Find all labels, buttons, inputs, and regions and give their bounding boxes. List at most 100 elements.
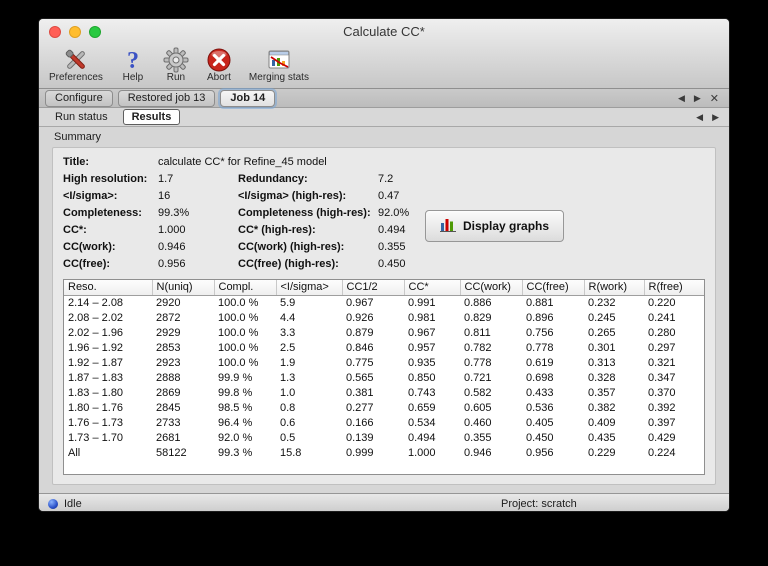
table-cell: 0.582: [464, 386, 492, 399]
toolbar-button-merging-stats[interactable]: Merging stats: [249, 46, 309, 83]
column-header-cc1-2[interactable]: CC1/2: [342, 280, 405, 296]
table-cell: 1.87 – 1.83: [68, 371, 124, 384]
table-cell: 0.946: [464, 446, 492, 459]
display-graphs-button[interactable]: Display graphs: [425, 210, 565, 242]
table-cell: 0.297: [648, 341, 676, 354]
tab-close-icon[interactable]: ✕: [710, 92, 719, 105]
table-row[interactable]: 1.96 – 1.92 2853 100.0 % 2.5 0.846 0.957 0.782…: [64, 340, 704, 355]
toolbar-label-preferences: Preferences: [49, 72, 103, 83]
table-cell: 0.382: [588, 401, 616, 414]
summary-title-value: calculate CC* for Refine_45 model: [158, 156, 327, 168]
table-cell: 2.02 – 1.96: [68, 326, 124, 339]
table-cell: 0.328: [588, 371, 616, 384]
table-cell: 0.357: [588, 386, 616, 399]
summary-value: 0.956: [158, 258, 186, 270]
subtab-results[interactable]: Results: [122, 109, 181, 125]
table-cell: 58122: [156, 446, 187, 459]
subtab-scroll-right-icon[interactable]: ▶: [712, 112, 719, 123]
table-cell: 2923: [156, 356, 181, 369]
subtab-run-status[interactable]: Run status: [47, 110, 116, 124]
toolbar-label-run: Run: [166, 72, 186, 83]
table-row[interactable]: 1.83 – 1.80 2869 99.8 % 1.0 0.381 0.743 0.582 0…: [64, 385, 704, 400]
status-text: Idle: [64, 497, 82, 510]
table-cell: 2853: [156, 341, 181, 354]
table-cell: 0.850: [408, 371, 436, 384]
table-cell: 0.957: [408, 341, 436, 354]
tab-job-14[interactable]: Job 14: [220, 89, 276, 107]
minimize-window-button[interactable]: [69, 26, 81, 38]
table-cell: 5.9: [280, 296, 296, 309]
subtab-scroll-left-icon[interactable]: ◀: [696, 112, 703, 123]
tab-restored-job-13[interactable]: Restored job 13: [117, 89, 216, 107]
summary-label: CC(work) (high-res):: [238, 241, 345, 253]
column-header-n-uniq[interactable]: N(uniq): [152, 280, 215, 296]
table-cell: 0.494: [408, 431, 436, 444]
statistics-table: Reso. N(uniq) Compl. <I/sigma> CC1/2 CC* CC(wo…: [64, 280, 704, 460]
table-cell: 99.3 %: [218, 446, 253, 459]
summary-label: Completeness (high-res):: [238, 207, 371, 219]
table-row[interactable]: 1.80 – 1.76 2845 98.5 % 0.8 0.277 0.659 0.605 0…: [64, 400, 704, 415]
table-cell: 0.405: [526, 416, 554, 429]
result-subtabbar: Run status Results ◀ ▶: [39, 108, 729, 127]
column-header-i-sigma[interactable]: <I/sigma>: [276, 280, 343, 296]
table-cell: 0.381: [346, 386, 374, 399]
table-cell: 0.265: [588, 326, 616, 339]
table-cell: 92.0 %: [218, 431, 253, 444]
zoom-window-button[interactable]: [89, 26, 101, 38]
toolbar-label-abort: Abort: [206, 72, 231, 83]
summary-label: CC* (high-res):: [238, 224, 316, 236]
toolbar-button-preferences[interactable]: Preferences: [49, 46, 103, 83]
app-window: Calculate CC* Preferences ? Help Run Abort Me…: [38, 18, 730, 512]
table-cell: 1.76 – 1.73: [68, 416, 124, 429]
table-cell: 1.73 – 1.70: [68, 431, 124, 444]
run-icon: [163, 46, 189, 73]
toolbar-button-run[interactable]: Run: [163, 46, 189, 83]
titlebar[interactable]: Calculate CC*: [39, 19, 729, 45]
table-cell: 0.886: [464, 296, 492, 309]
table-cell: 2733: [156, 416, 181, 429]
table-cell: 1.0: [280, 386, 296, 399]
column-header-r-free[interactable]: R(free): [644, 280, 704, 296]
table-row[interactable]: 1.92 – 1.87 2923 100.0 % 1.9 0.775 0.935 0.778…: [64, 355, 704, 370]
column-header-cc-free[interactable]: CC(free): [522, 280, 585, 296]
table-cell: 0.301: [588, 341, 616, 354]
table-cell: 100.0 %: [218, 341, 259, 354]
column-header-r-work[interactable]: R(work): [584, 280, 645, 296]
job-tabs: Configure Restored job 13 Job 14: [45, 89, 280, 107]
table-cell: 0.981: [408, 311, 436, 324]
table-cell: 0.280: [648, 326, 676, 339]
table-cell: 0.139: [346, 431, 374, 444]
svg-text:?: ?: [127, 48, 139, 73]
toolbar: Preferences ? Help Run Abort Merging stats: [39, 45, 729, 89]
table-cell: 0.450: [526, 431, 554, 444]
table-row[interactable]: 1.87 – 1.83 2888 99.9 % 1.3 0.565 0.850 0.721 0…: [64, 370, 704, 385]
table-cell: 0.565: [346, 371, 374, 384]
table-cell: 0.605: [464, 401, 492, 414]
tab-scroll-left-icon[interactable]: ◀: [678, 93, 685, 104]
tab-navigation: ◀ ▶ ✕: [678, 92, 719, 105]
table-row[interactable]: 1.73 – 1.70 2681 92.0 % 0.5 0.139 0.494 0.355 0…: [64, 430, 704, 445]
summary-grid: Title: calculate CC* for Refine_45 model H…: [63, 156, 483, 270]
table-row[interactable]: 2.02 – 1.96 2929 100.0 % 3.3 0.879 0.967 0.811…: [64, 325, 704, 340]
column-header-reso[interactable]: Reso.: [64, 280, 153, 296]
column-header-compl[interactable]: Compl.: [214, 280, 277, 296]
toolbar-button-help[interactable]: ? Help: [120, 46, 146, 84]
table-cell: 0.879: [346, 326, 374, 339]
help-icon: ?: [120, 46, 146, 73]
table-cell: 2845: [156, 401, 181, 414]
table-cell: 15.8: [280, 446, 302, 459]
tab-configure[interactable]: Configure: [45, 89, 113, 107]
table-cell: 1.83 – 1.80: [68, 386, 124, 399]
column-header-cc[interactable]: CC*: [404, 280, 461, 296]
table-row[interactable]: 2.08 – 2.02 2872 100.0 % 4.4 0.926 0.981 0.829…: [64, 310, 704, 325]
table-row[interactable]: All 58122 99.3 % 15.8 0.999 1.000 0.946 0.956 0.…: [64, 445, 704, 460]
table-row[interactable]: 2.14 – 2.08 2920 100.0 % 5.9 0.967 0.991 0.886…: [64, 295, 704, 310]
close-window-button[interactable]: [49, 26, 61, 38]
table-cell: 1.80 – 1.76: [68, 401, 124, 414]
tab-scroll-right-icon[interactable]: ▶: [694, 93, 701, 104]
table-cell: 0.232: [588, 296, 616, 309]
table-row[interactable]: 1.76 – 1.73 2733 96.4 % 0.6 0.166 0.534 0.460 0…: [64, 415, 704, 430]
toolbar-button-abort[interactable]: Abort: [206, 46, 232, 83]
summary-label: High resolution:: [63, 173, 148, 185]
column-header-cc-work[interactable]: CC(work): [460, 280, 523, 296]
